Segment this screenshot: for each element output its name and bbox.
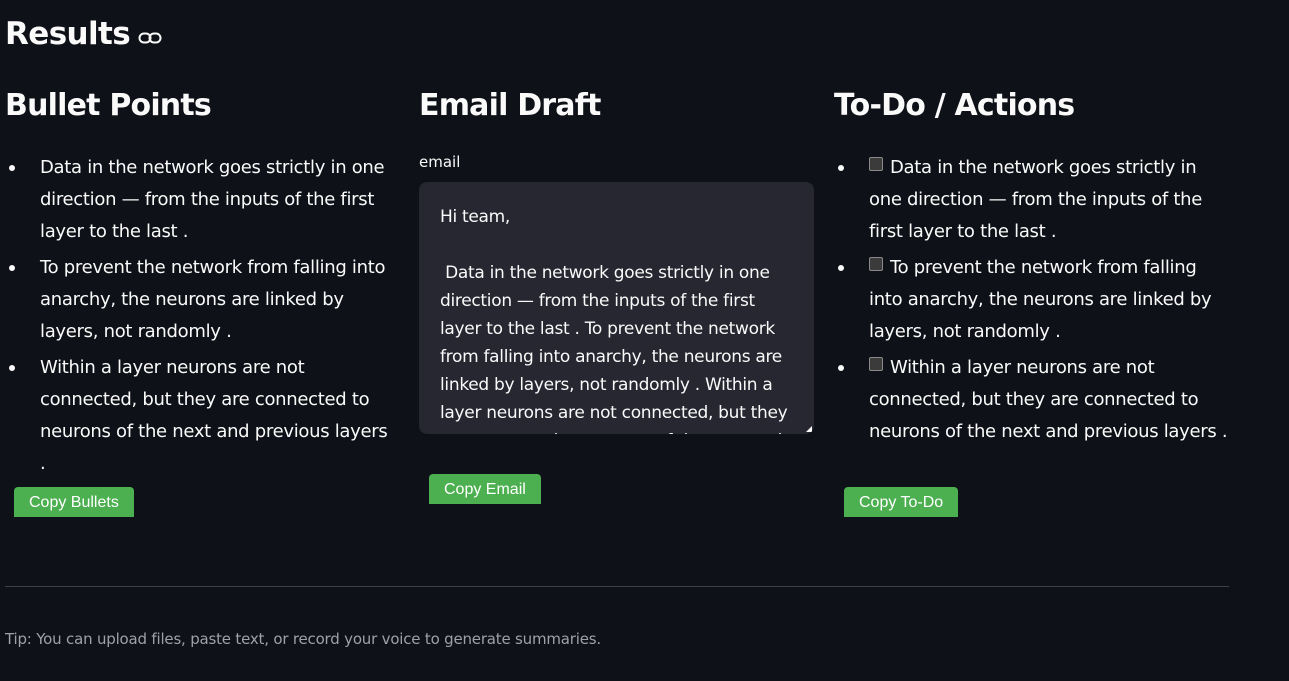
todo-item: Data in the network goes strictly in one… xyxy=(834,152,1229,248)
tip-text: Tip: You can upload files, paste text, o… xyxy=(5,630,601,648)
copy-todo-button[interactable]: Copy To-Do xyxy=(844,487,959,517)
results-heading: Results xyxy=(5,12,162,56)
todo-item-label: Within a layer neurons are not connected… xyxy=(869,357,1228,442)
copy-bullets-button[interactable]: Copy Bullets xyxy=(14,487,134,517)
bullet-item: Data in the network goes strictly in one… xyxy=(5,152,395,248)
todo-checkbox[interactable] xyxy=(869,357,883,371)
email-title: Email Draft xyxy=(419,88,601,123)
divider xyxy=(5,586,1229,587)
bullet-item: To prevent the network from falling into… xyxy=(5,252,395,348)
bullets-title: Bullet Points xyxy=(5,88,212,123)
resize-handle-icon[interactable] xyxy=(806,426,812,432)
todo-list: Data in the network goes strictly in one… xyxy=(834,152,1229,452)
todo-checkbox[interactable] xyxy=(869,257,883,271)
email-field-label: email xyxy=(419,153,461,171)
todo-item-label: To prevent the network from falling into… xyxy=(869,257,1212,342)
copy-email-button[interactable]: Copy Email xyxy=(429,474,541,504)
email-column: Email Draft email Hi team, Data in the n… xyxy=(419,84,814,434)
todo-checkbox[interactable] xyxy=(869,157,883,171)
todo-item: Within a layer neurons are not connected… xyxy=(834,352,1229,448)
todo-title: To-Do / Actions xyxy=(834,88,1075,123)
todo-item-label: Data in the network goes strictly in one… xyxy=(869,157,1203,242)
results-title: Results xyxy=(5,16,131,52)
bullets-list: Data in the network goes strictly in one… xyxy=(5,152,395,484)
todo-column: To-Do / Actions Data in the network goes… xyxy=(834,84,1234,442)
bullet-item: Within a layer neurons are not connected… xyxy=(5,352,395,480)
email-textarea-value[interactable]: Hi team, Data in the network goes strict… xyxy=(419,182,814,434)
link-icon[interactable] xyxy=(138,30,162,44)
todo-item: To prevent the network from falling into… xyxy=(834,252,1229,348)
email-textarea[interactable]: Hi team, Data in the network goes strict… xyxy=(419,182,814,434)
bullets-column: Bullet Points Data in the network goes s… xyxy=(5,84,400,474)
results-page: Results Bullet Points Data in the networ… xyxy=(0,0,1289,681)
